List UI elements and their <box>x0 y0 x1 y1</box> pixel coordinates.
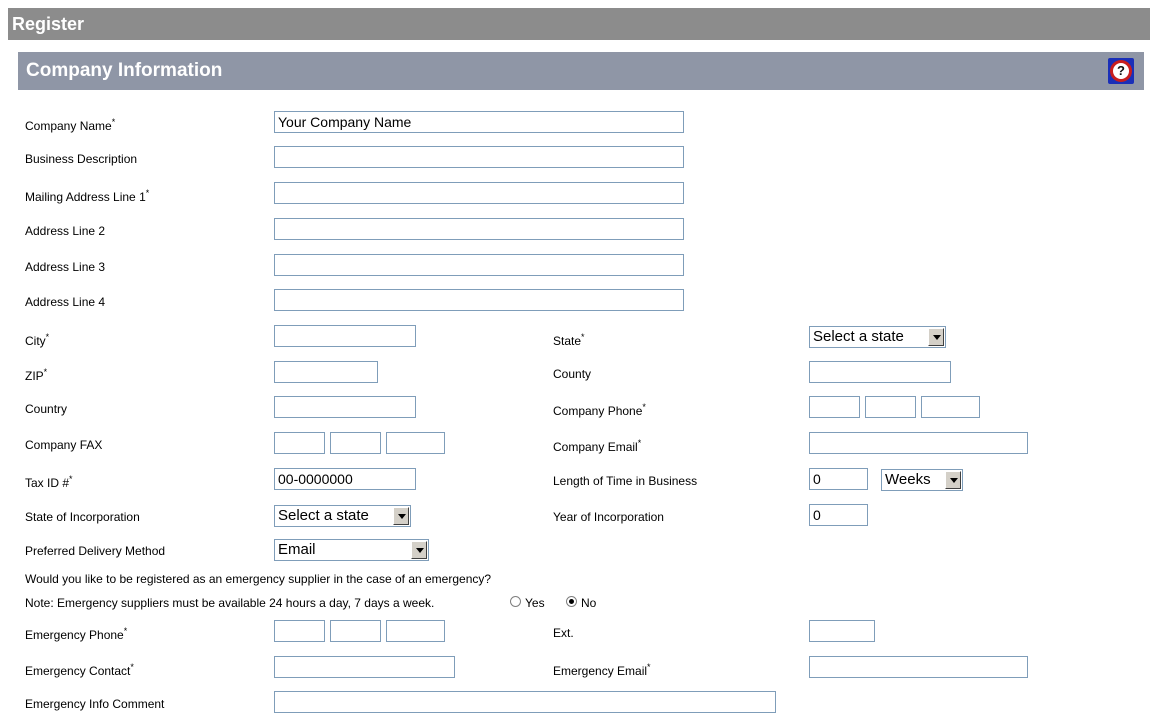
mailing-address-1-input[interactable] <box>274 182 684 204</box>
preferred-delivery-select[interactable]: Email <box>274 539 429 561</box>
tax-id-input[interactable]: 00-0000000 <box>274 468 416 490</box>
emergency-yes-radio[interactable] <box>510 596 521 607</box>
length-in-business-input[interactable]: 0 <box>809 468 868 490</box>
preferred-delivery-label: Preferred Delivery Method <box>25 544 166 558</box>
company-phone-area-input[interactable] <box>809 396 860 418</box>
company-fax-line-input[interactable] <box>386 432 445 454</box>
address-4-input[interactable] <box>274 289 684 311</box>
country-label: Country <box>25 402 68 416</box>
company-fax-prefix-input[interactable] <box>330 432 381 454</box>
emergency-comment-input[interactable] <box>274 691 776 713</box>
state-of-incorporation-label: State of Incorporation <box>25 510 140 524</box>
country-input[interactable] <box>274 396 416 418</box>
chevron-down-icon <box>945 471 961 489</box>
city-input[interactable] <box>274 325 416 347</box>
business-description-label: Business Description <box>25 152 138 166</box>
register-title-bar: Register <box>8 8 1150 40</box>
emergency-phone-label: Emergency Phone* <box>25 626 128 642</box>
emergency-note: Note: Emergency suppliers must be availa… <box>25 596 435 610</box>
emergency-phone-line-input[interactable] <box>386 620 445 642</box>
county-label: County <box>553 367 592 381</box>
address-3-label: Address Line 3 <box>25 260 106 274</box>
company-name-input[interactable]: Your Company Name <box>274 111 684 133</box>
emergency-comment-label: Emergency Info Comment <box>25 697 165 711</box>
city-label: City* <box>25 332 50 348</box>
ext-label: Ext. <box>553 626 574 640</box>
section-title: Company Information <box>26 60 223 81</box>
emergency-phone-area-input[interactable] <box>274 620 325 642</box>
company-email-input[interactable] <box>809 432 1028 454</box>
tax-id-label: Tax ID #* <box>25 474 73 490</box>
address-3-input[interactable] <box>274 254 684 276</box>
help-icon[interactable]: ? <box>1108 58 1134 84</box>
emergency-yes-label: Yes <box>525 596 545 610</box>
year-of-incorporation-label: Year of Incorporation <box>553 510 664 524</box>
state-label: State* <box>553 332 585 348</box>
length-in-business-label: Length of Time in Business <box>553 474 698 488</box>
year-of-incorporation-input[interactable]: 0 <box>809 504 868 526</box>
company-fax-label: Company FAX <box>25 438 103 452</box>
emergency-email-label: Emergency Email* <box>553 662 651 678</box>
mailing-address-1-label: Mailing Address Line 1* <box>25 188 150 204</box>
address-2-input[interactable] <box>274 218 684 240</box>
state-of-incorporation-select[interactable]: Select a state <box>274 505 411 527</box>
register-title: Register <box>12 14 85 34</box>
address-4-label: Address Line 4 <box>25 295 106 309</box>
county-input[interactable] <box>809 361 951 383</box>
state-select[interactable]: Select a state <box>809 326 946 348</box>
company-phone-prefix-input[interactable] <box>865 396 916 418</box>
zip-input[interactable] <box>274 361 378 383</box>
chevron-down-icon <box>393 507 409 525</box>
company-email-label: Company Email* <box>553 438 642 454</box>
chevron-down-icon <box>928 328 944 346</box>
company-phone-line-input[interactable] <box>921 396 980 418</box>
emergency-no-label: No <box>581 596 597 610</box>
company-information-header: Company Information ? <box>18 52 1144 90</box>
business-description-input[interactable] <box>274 146 684 168</box>
length-unit-select[interactable]: Weeks <box>881 469 963 491</box>
company-name-label: Company Name* <box>25 117 116 133</box>
chevron-down-icon <box>411 541 427 559</box>
emergency-email-input[interactable] <box>809 656 1028 678</box>
company-phone-label: Company Phone* <box>553 402 646 418</box>
emergency-contact-input[interactable] <box>274 656 455 678</box>
company-fax-area-input[interactable] <box>274 432 325 454</box>
emergency-phone-prefix-input[interactable] <box>330 620 381 642</box>
emergency-contact-label: Emergency Contact* <box>25 662 134 678</box>
emergency-question: Would you like to be registered as an em… <box>25 572 492 586</box>
address-2-label: Address Line 2 <box>25 224 106 238</box>
zip-label: ZIP* <box>25 367 48 383</box>
ext-input[interactable] <box>809 620 875 642</box>
emergency-no-radio[interactable] <box>566 596 577 607</box>
